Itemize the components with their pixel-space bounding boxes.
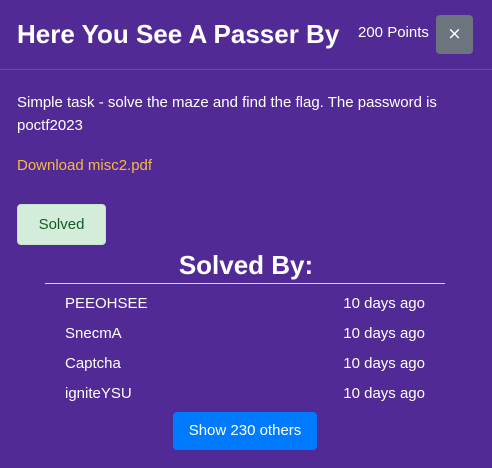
solver-name: SnecmA xyxy=(65,325,122,342)
points-label: 200 Points xyxy=(358,24,429,41)
solver-list: PEEOHSEE 10 days ago SnecmA 10 days ago … xyxy=(45,289,445,409)
solver-name: Captcha xyxy=(65,355,121,372)
solver-time: 10 days ago xyxy=(343,295,425,312)
show-others-button[interactable]: Show 230 others xyxy=(173,412,317,450)
solver-row: SnecmA 10 days ago xyxy=(45,319,445,349)
challenge-modal: Here You See A Passer By 200 Points × Si… xyxy=(0,0,492,468)
solver-time: 10 days ago xyxy=(343,325,425,342)
solver-name: PEEOHSEE xyxy=(65,295,148,312)
divider xyxy=(45,283,445,284)
challenge-description: Simple task - solve the maze and find th… xyxy=(17,94,437,134)
solver-time: 10 days ago xyxy=(343,385,425,402)
modal-header: Here You See A Passer By 200 Points × xyxy=(0,0,492,70)
solver-name: igniteYSU xyxy=(65,385,132,402)
solved-by-heading: Solved By: xyxy=(178,250,314,280)
solver-time: 10 days ago xyxy=(343,355,425,372)
solver-row: igniteYSU 10 days ago xyxy=(45,379,445,409)
solved-badge: Solved xyxy=(17,204,106,245)
challenge-title: Here You See A Passer By xyxy=(17,19,340,49)
close-button[interactable]: × xyxy=(436,15,473,54)
solver-row: Captcha 10 days ago xyxy=(45,349,445,379)
solver-row: PEEOHSEE 10 days ago xyxy=(45,289,445,319)
download-link[interactable]: Download misc2.pdf xyxy=(17,156,152,176)
